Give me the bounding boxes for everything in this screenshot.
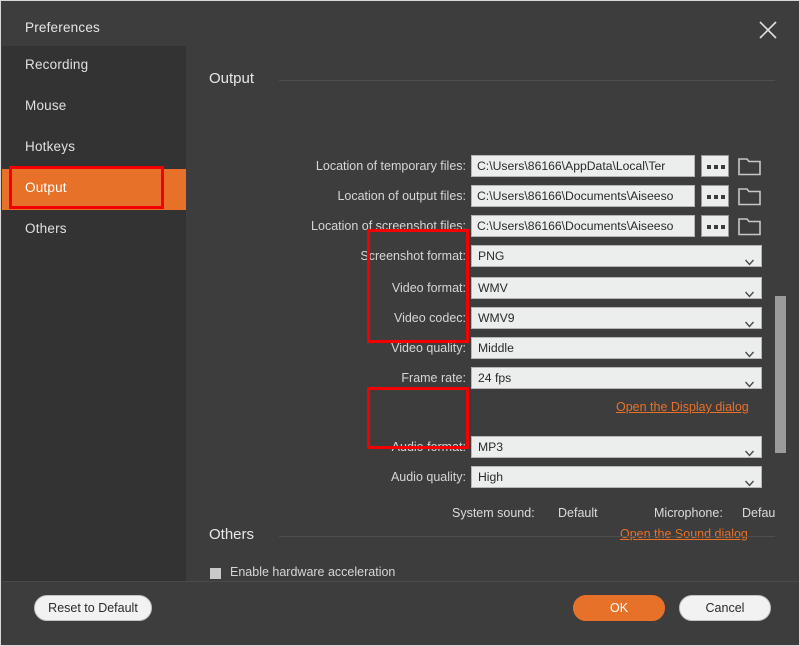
video-quality-label: Video quality: bbox=[391, 341, 466, 355]
temp-files-folder-icon[interactable] bbox=[738, 155, 762, 177]
frame-rate-value: 24 fps bbox=[478, 371, 512, 385]
video-codec-value: WMV9 bbox=[478, 311, 515, 325]
screenshot-files-folder-icon[interactable] bbox=[738, 215, 762, 237]
sidebar-item-mouse[interactable]: Mouse bbox=[2, 87, 186, 128]
output-heading-divider bbox=[279, 80, 777, 81]
system-sound-value: Default bbox=[558, 506, 598, 520]
video-codec-label: Video codec: bbox=[393, 311, 466, 325]
scrollbar-thumb[interactable] bbox=[775, 296, 786, 453]
screenshot-format-select[interactable]: PNG bbox=[471, 245, 762, 267]
audio-quality-label: Audio quality: bbox=[390, 470, 466, 484]
audio-quality-value: High bbox=[478, 470, 504, 484]
audio-format-select[interactable]: MP3 bbox=[471, 436, 762, 458]
video-quality-select[interactable]: Middle bbox=[471, 337, 762, 359]
output-files-browse-button[interactable] bbox=[701, 185, 729, 207]
hardware-acceleration-checkbox[interactable] bbox=[210, 568, 221, 579]
audio-quality-select[interactable]: High bbox=[471, 466, 762, 488]
screenshot-files-browse-button[interactable] bbox=[701, 215, 729, 237]
open-sound-dialog-link[interactable]: Open the Sound dialog bbox=[620, 527, 748, 541]
sidebar-item-others[interactable]: Others bbox=[2, 210, 186, 251]
frame-rate-select[interactable]: 24 fps bbox=[471, 367, 762, 389]
video-format-label: Video format: bbox=[391, 281, 466, 295]
temp-files-browse-button[interactable] bbox=[701, 155, 729, 177]
screenshot-format-label: Screenshot format: bbox=[360, 249, 466, 263]
cancel-button[interactable]: Cancel bbox=[679, 595, 771, 621]
microphone-label: Microphone: bbox=[654, 506, 723, 520]
chevron-down-icon bbox=[744, 444, 755, 457]
temp-files-input[interactable]: C:\Users\86166\AppData\Local\Ter bbox=[471, 155, 695, 177]
output-section-heading: Output bbox=[209, 70, 255, 87]
sidebar-item-label: Hotkeys bbox=[25, 139, 76, 154]
video-codec-select[interactable]: WMV9 bbox=[471, 307, 762, 329]
video-format-value: WMV bbox=[478, 281, 508, 295]
sidebar-item-label: Others bbox=[25, 221, 67, 236]
chevron-down-icon bbox=[744, 474, 755, 487]
open-display-dialog-link[interactable]: Open the Display dialog bbox=[616, 400, 749, 414]
screenshot-files-input[interactable]: C:\Users\86166\Documents\Aiseeso bbox=[471, 215, 695, 237]
sidebar-item-output[interactable]: Output bbox=[2, 169, 186, 210]
sidebar-item-hotkeys[interactable]: Hotkeys bbox=[2, 128, 186, 169]
audio-format-label: Audio format: bbox=[391, 440, 466, 454]
close-icon[interactable] bbox=[750, 12, 786, 46]
sidebar-item-recording[interactable]: Recording bbox=[2, 46, 186, 87]
chevron-down-icon bbox=[744, 285, 755, 298]
sidebar-item-label: Mouse bbox=[25, 98, 67, 113]
frame-rate-label: Frame rate: bbox=[401, 371, 466, 385]
reset-to-default-button[interactable]: Reset to Default bbox=[34, 595, 152, 621]
title-bar: Preferences bbox=[2, 2, 799, 46]
screenshot-format-value: PNG bbox=[478, 249, 505, 263]
chevron-down-icon bbox=[744, 253, 755, 266]
screenshot-files-label: Location of screenshot files: bbox=[311, 219, 466, 233]
chevron-down-icon bbox=[744, 375, 755, 388]
system-sound-label: System sound: bbox=[452, 506, 535, 520]
output-files-folder-icon[interactable] bbox=[738, 185, 762, 207]
sidebar: Recording Mouse Hotkeys Output Others bbox=[2, 46, 186, 581]
content-panel: Output Location of temporary files: C:\U… bbox=[186, 46, 799, 581]
preferences-window: Preferences Recording Mouse Hotkeys Outp… bbox=[0, 0, 800, 646]
audio-format-value: MP3 bbox=[478, 440, 504, 454]
window-title: Preferences bbox=[25, 20, 100, 35]
hardware-acceleration-label: Enable hardware acceleration bbox=[230, 565, 396, 579]
video-format-select[interactable]: WMV bbox=[471, 277, 762, 299]
footer-bar: Reset to Default OK Cancel bbox=[2, 581, 799, 645]
sidebar-item-label: Recording bbox=[25, 57, 89, 72]
chevron-down-icon bbox=[744, 345, 755, 358]
video-quality-value: Middle bbox=[478, 341, 514, 355]
output-files-input[interactable]: C:\Users\86166\Documents\Aiseeso bbox=[471, 185, 695, 207]
others-section-heading: Others bbox=[209, 526, 255, 543]
sidebar-item-label: Output bbox=[25, 180, 67, 195]
temp-files-label: Location of temporary files: bbox=[315, 159, 466, 173]
output-files-label: Location of output files: bbox=[337, 189, 466, 203]
chevron-down-icon bbox=[744, 315, 755, 328]
others-heading-divider bbox=[279, 536, 777, 537]
ok-button[interactable]: OK bbox=[573, 595, 665, 621]
